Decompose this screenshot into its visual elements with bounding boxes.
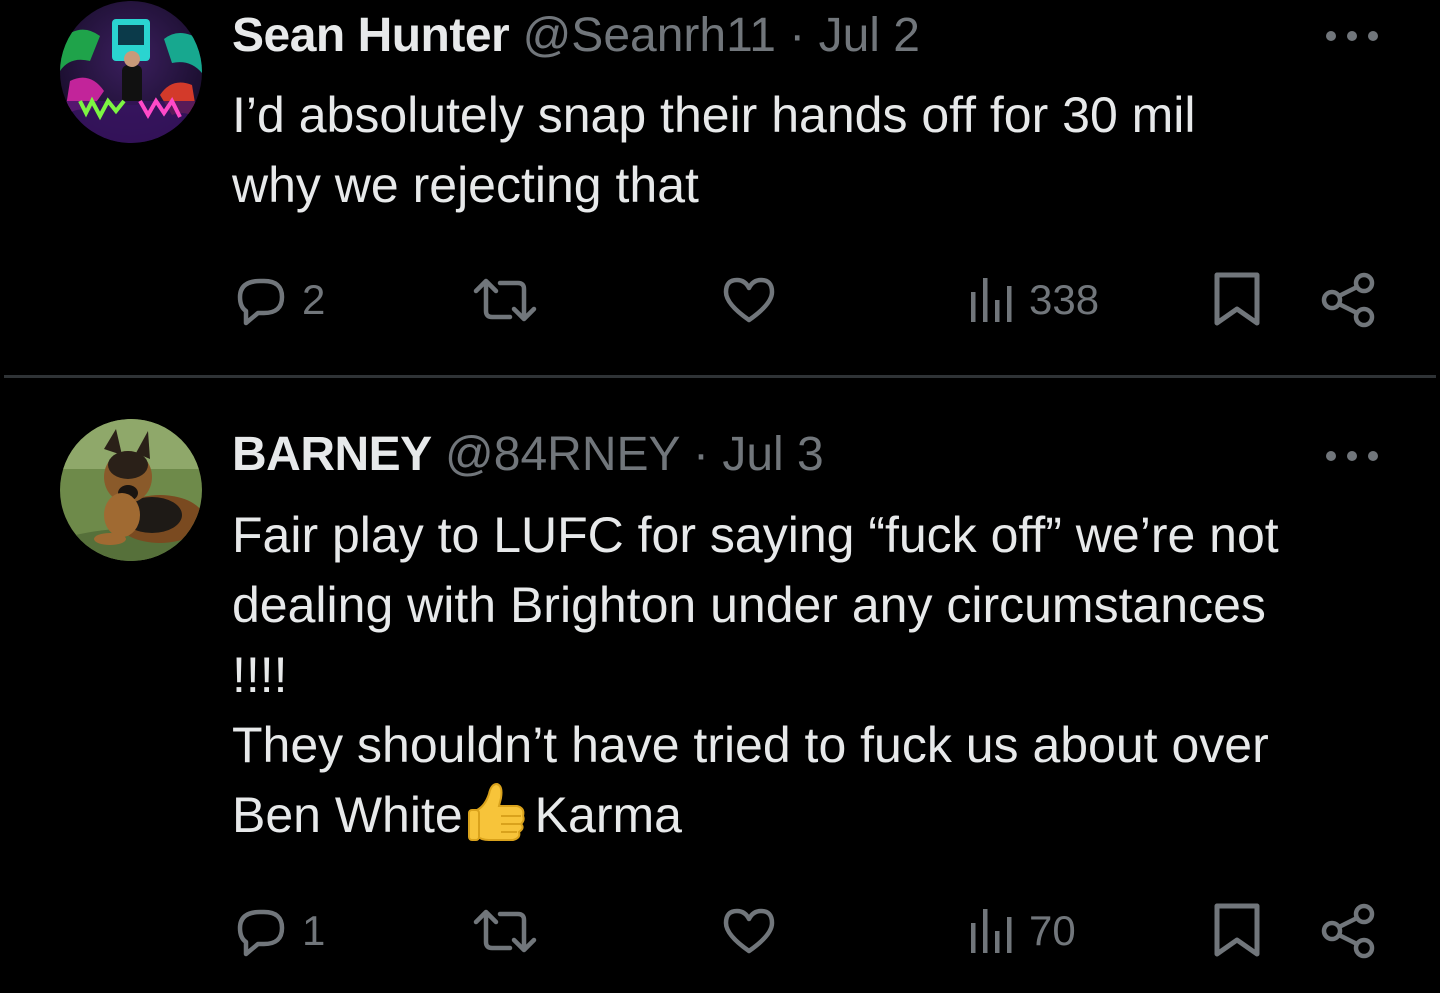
reply-icon	[237, 909, 285, 957]
tweet-text-segment: Ben White	[232, 787, 463, 843]
separator: ·	[692, 428, 709, 481]
more-icon[interactable]	[1326, 26, 1378, 46]
views-icon	[971, 278, 1012, 322]
more-icon[interactable]	[1326, 446, 1378, 466]
tweet-actions: 1 70	[232, 901, 1380, 961]
tweet-text-line: why we rejecting that	[232, 157, 699, 213]
tweet-date[interactable]: Jul 3	[722, 428, 823, 481]
reply-icon	[237, 278, 285, 326]
like-button[interactable]	[720, 901, 778, 961]
user-handle[interactable]: @Seanrh11	[523, 9, 776, 62]
tweet-header: BARNEY @84RNEY · Jul 3	[232, 427, 1380, 483]
reply-button[interactable]: 1	[232, 901, 325, 961]
bookmark-icon	[1214, 903, 1260, 957]
tweet-text-segment: Karma	[534, 787, 682, 843]
avatar-image	[60, 419, 202, 561]
tweet-header: Sean Hunter @Seanrh11 · Jul 2	[232, 8, 1380, 64]
bookmark-button[interactable]	[1212, 901, 1262, 961]
tweet[interactable]: BARNEY @84RNEY · Jul 3 Fair play to LUFC…	[0, 378, 1440, 993]
views-count: 338	[1029, 276, 1100, 323]
user-handle[interactable]: @84RNEY	[445, 428, 680, 481]
tweet-actions: 2 338	[232, 270, 1380, 330]
share-button[interactable]	[1320, 901, 1378, 961]
avatar[interactable]	[60, 1, 202, 143]
heart-icon	[723, 908, 775, 954]
tweet[interactable]: Sean Hunter @Seanrh11 · Jul 2 I’d absolu…	[0, 0, 1440, 376]
tweet-text-line: They shouldn’t have tried to fuck us abo…	[232, 717, 1269, 773]
share-button[interactable]	[1320, 270, 1378, 330]
tweet-text-line: Ben White Karma	[232, 780, 1380, 850]
bookmark-button[interactable]	[1212, 270, 1262, 330]
retweet-button[interactable]	[472, 901, 538, 961]
tweet-text: Fair play to LUFC for saying “fuck off” …	[232, 500, 1380, 850]
bookmark-icon	[1214, 272, 1260, 326]
tweet-text-line: !!!!	[232, 647, 288, 703]
tweet-text: I’d absolutely snap their hands off for …	[232, 80, 1380, 220]
avatar[interactable]	[60, 419, 202, 561]
display-name[interactable]: Sean Hunter	[232, 9, 510, 62]
reply-button[interactable]: 2	[232, 270, 325, 330]
views-icon	[971, 909, 1012, 953]
tweet-text-line: dealing with Brighton under any circumst…	[232, 577, 1266, 633]
views-button[interactable]: 338	[967, 270, 1099, 330]
retweet-button[interactable]	[472, 270, 538, 330]
retweet-icon	[473, 909, 537, 953]
thumbs-up-emoji	[467, 782, 525, 841]
tweet-feed: Sean Hunter @Seanrh11 · Jul 2 I’d absolu…	[0, 0, 1440, 993]
reply-count: 1	[302, 907, 326, 954]
like-button[interactable]	[720, 270, 778, 330]
views-button[interactable]: 70	[967, 901, 1076, 961]
share-icon	[1321, 272, 1375, 328]
tweet-text-line: I’d absolutely snap their hands off for …	[232, 87, 1196, 143]
avatar-image	[60, 1, 202, 143]
tweet-date[interactable]: Jul 2	[819, 9, 920, 62]
tweet-text-line: Fair play to LUFC for saying “fuck off” …	[232, 507, 1279, 563]
views-count: 70	[1029, 907, 1076, 954]
separator: ·	[789, 9, 806, 62]
heart-icon	[723, 277, 775, 323]
display-name[interactable]: BARNEY	[232, 428, 432, 481]
retweet-icon	[473, 278, 537, 322]
reply-count: 2	[302, 276, 326, 323]
share-icon	[1321, 903, 1375, 959]
